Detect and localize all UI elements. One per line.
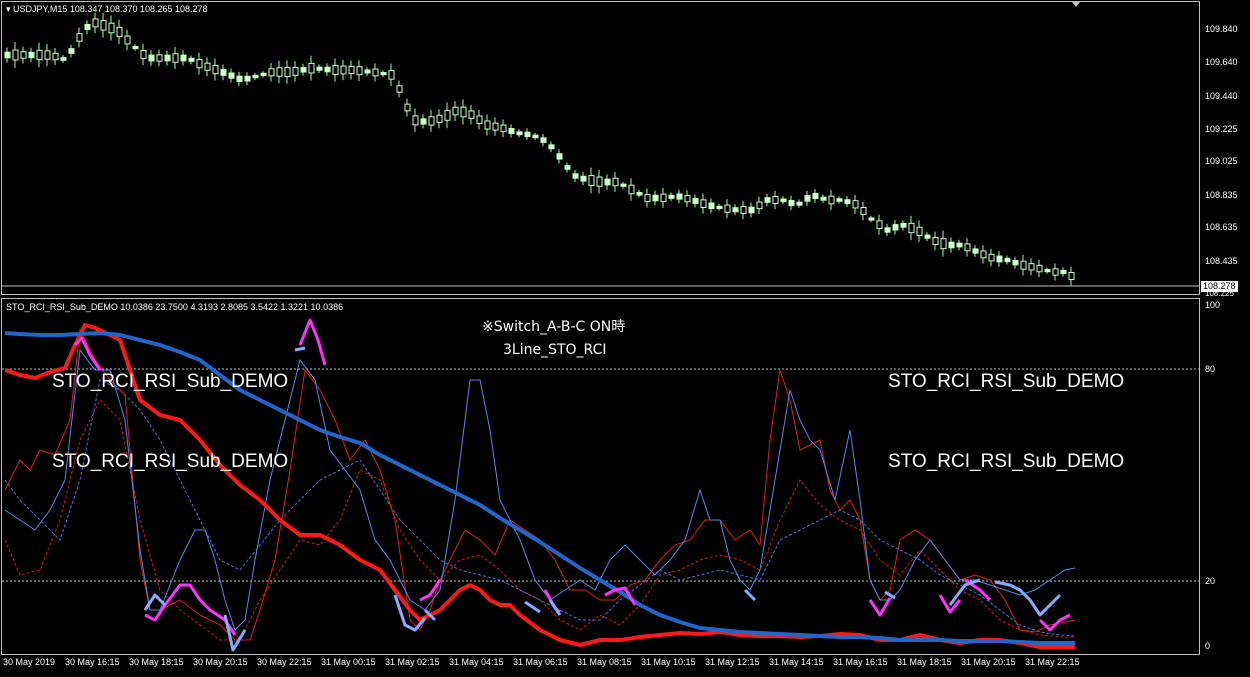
time-axis-label: 31 May 08:15	[577, 657, 632, 667]
time-axis-label: 31 May 18:15	[897, 657, 952, 667]
time-axis-label: 31 May 10:15	[641, 657, 696, 667]
time-axis-label: 31 May 04:15	[449, 657, 504, 667]
mode-note-label: 3Line_STO_RCI	[503, 342, 607, 358]
magenta-segments	[73, 318, 1071, 636]
time-axis-label: 31 May 00:15	[321, 657, 376, 667]
indicator-watermark: STO_RCI_RSI_Sub_DEMO	[888, 451, 1125, 472]
time-axis-label: 31 May 20:15	[961, 657, 1016, 667]
indicator-watermark: STO_RCI_RSI_Sub_DEMO	[52, 451, 289, 472]
time-axis-label: 31 May 14:15	[769, 657, 824, 667]
level-axis-label: 100	[1205, 300, 1221, 310]
time-axis-label: 30 May 2019	[3, 657, 56, 667]
time-axis-label: 31 May 22:15	[1025, 657, 1080, 667]
indicator-watermark: STO_RCI_RSI_Sub_DEMO	[52, 371, 289, 392]
indicator-caption: STO_RCI_RSI_Sub_DEMO 10.0386 23.7500 4.3…	[6, 302, 344, 312]
time-axis-label: 31 May 02:15	[385, 657, 440, 667]
switch-note-label: ※Switch_A-B-C ON時	[482, 319, 626, 335]
time-axis-label: 30 May 16:15	[65, 657, 120, 667]
level-axis-label: 0	[1205, 641, 1211, 651]
time-axis-label: 31 May 06:15	[513, 657, 568, 667]
time-axis-label: 31 May 12:15	[705, 657, 760, 667]
time-axis-label: 30 May 20:15	[193, 657, 248, 667]
time-axis-label: 31 May 16:15	[833, 657, 888, 667]
time-axis-label: 30 May 22:15	[257, 657, 312, 667]
mt4-chart-window: ▾ USDJPY,M15 108.347 108.370 108.265 108…	[0, 0, 1250, 677]
indicator-canvas	[2, 318, 1199, 652]
light-blue-segments	[143, 346, 1062, 652]
time-axis-label: 30 May 18:15	[129, 657, 184, 667]
level-axis-label: 80	[1205, 364, 1216, 374]
indicator-watermark: STO_RCI_RSI_Sub_DEMO	[888, 371, 1125, 392]
level-axis-label: 20	[1205, 576, 1216, 586]
